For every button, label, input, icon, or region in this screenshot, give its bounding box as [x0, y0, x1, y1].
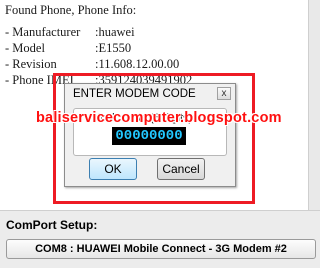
close-icon[interactable]: x	[217, 87, 231, 100]
comport-setup-label: ComPort Setup:	[6, 218, 98, 232]
log-scrollbar[interactable]	[308, 0, 320, 210]
log-value: :huawei	[95, 25, 135, 39]
log-label: - Manufacturer	[5, 25, 81, 39]
log-value: :11.608.12.00.00	[95, 57, 180, 71]
unlock-code-input[interactable]: 00000000	[112, 127, 186, 145]
ok-button[interactable]: OK	[89, 158, 137, 180]
log-value: :E1550	[95, 41, 132, 55]
watermark-text: baliservicecomputer.blogspot.com	[36, 110, 282, 126]
comport-setup-panel: ComPort Setup: COM8 : HUAWEI Mobile Conn…	[0, 210, 320, 268]
enter-modem-code-dialog: ENTER MODEM CODE x Unlock Code (8 digits…	[64, 83, 236, 187]
log-label: - Model	[5, 41, 45, 55]
log-header: Found Phone, Phone Info:	[5, 3, 137, 17]
comport-select[interactable]: COM8 : HUAWEI Mobile Connect - 3G Modem …	[6, 239, 316, 259]
dialog-title: ENTER MODEM CODE	[73, 88, 196, 100]
log-label: - Revision	[5, 57, 57, 71]
cancel-button[interactable]: Cancel	[157, 158, 205, 180]
